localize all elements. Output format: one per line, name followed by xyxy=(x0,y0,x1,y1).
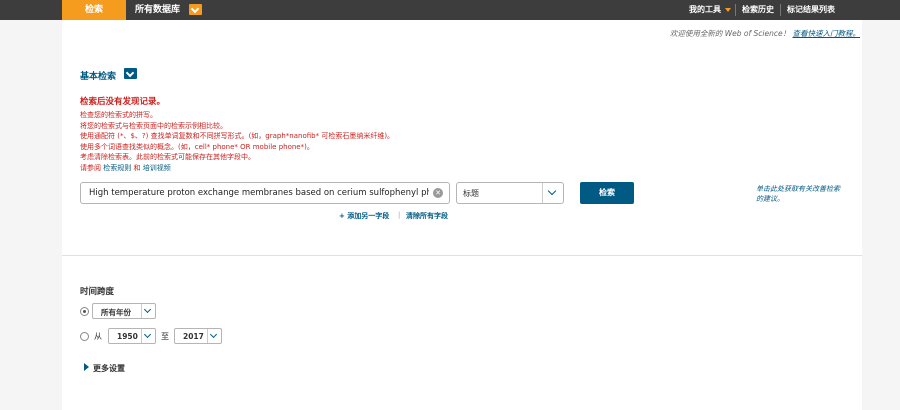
welcome-message: 欢迎使用全新的 Web of Science！ 查看快速入门教程。 xyxy=(670,28,860,39)
tip-item: 使用通配符 (*、$、?) 查找单词复数和不同拼写形式。(如，graph*nan… xyxy=(80,132,395,140)
field-select[interactable]: 标题 xyxy=(456,182,564,204)
my-tools-menu[interactable]: 我的工具 xyxy=(689,0,721,20)
tip-item: 考虑清除检索表。此前的检索式可能保存在其他字段中。 xyxy=(80,153,255,161)
database-title[interactable]: 所有数据库 xyxy=(135,0,180,20)
chevron-down-icon xyxy=(725,8,731,12)
search-button[interactable]: 检索 xyxy=(580,182,634,204)
from-label: 从 xyxy=(94,332,102,341)
nav-divider xyxy=(780,4,781,16)
database-dropdown-button[interactable] xyxy=(189,4,202,15)
quick-start-link[interactable]: 查看快速入门教程。 xyxy=(793,29,861,38)
search-suggestion-link[interactable]: 单击此处获取有关改善检索的建议。 xyxy=(756,184,846,204)
tip-item: 检查您的检索式的拼写。 xyxy=(80,111,157,119)
clear-input-icon[interactable]: ✕ xyxy=(433,188,443,198)
field-select-value: 标题 xyxy=(463,189,479,198)
all-years-select[interactable]: 所有年份 xyxy=(92,303,156,319)
help-line: 请参阅 检索规则 和 培训视频 xyxy=(80,163,480,174)
to-year-value: 2017 xyxy=(183,332,204,341)
search-rules-link[interactable]: 检索规则 xyxy=(103,164,131,172)
chevron-down-icon xyxy=(141,329,155,343)
nav-divider xyxy=(735,4,736,16)
search-query-text: High temperature proton exchange membran… xyxy=(89,188,429,198)
top-navigation-bar: 检索 所有数据库 我的工具 检索历史 标记结果列表 xyxy=(0,0,900,20)
tip-item: 将您的检索式与检索页面中的检索示例相比较。 xyxy=(80,121,227,130)
expand-triangle-icon[interactable] xyxy=(84,363,89,371)
search-mode-dropdown-button[interactable] xyxy=(124,68,137,79)
more-settings-toggle[interactable]: 更多设置 xyxy=(93,363,125,374)
main-panel xyxy=(62,20,862,410)
search-history-link[interactable]: 检索历史 xyxy=(742,0,774,20)
training-video-link[interactable]: 培训视频 xyxy=(143,164,171,172)
all-years-radio[interactable] xyxy=(80,307,89,316)
welcome-text: 欢迎使用全新的 Web of Science！ xyxy=(669,29,791,38)
help-prefix: 请参阅 xyxy=(80,163,101,172)
chevron-down-icon xyxy=(207,329,221,343)
right-gutter xyxy=(862,20,900,410)
from-year-value: 1950 xyxy=(117,332,138,341)
marked-list-link[interactable]: 标记结果列表 xyxy=(787,0,835,20)
search-input[interactable]: High temperature proton exchange membran… xyxy=(80,182,450,204)
section-divider xyxy=(62,255,862,256)
help-and: 和 xyxy=(133,163,141,172)
to-label: 至 xyxy=(161,332,169,341)
tab-search[interactable]: 检索 xyxy=(62,0,126,20)
link-separator: | xyxy=(398,211,401,219)
all-years-value: 所有年份 xyxy=(101,308,131,317)
from-year-select[interactable]: 1950 xyxy=(108,328,156,344)
add-field-link[interactable]: + 添加另一字段 xyxy=(339,211,389,221)
year-range-radio[interactable] xyxy=(80,332,89,341)
no-results-message: 检索后没有发现记录。 xyxy=(80,97,166,107)
tip-item: 使用多个词语查找类似的概念。(如，cell* phone* OR mobile … xyxy=(80,142,314,151)
chevron-down-icon xyxy=(141,304,155,318)
search-tips: 检查您的检索式的拼写。 将您的检索式与检索页面中的检索示例相比较。 使用通配符 … xyxy=(80,110,480,173)
left-gutter xyxy=(0,20,62,410)
clear-all-fields-link[interactable]: 清除所有字段 xyxy=(406,211,448,221)
to-year-select[interactable]: 2017 xyxy=(174,328,222,344)
timespan-title: 时间跨度 xyxy=(80,287,115,297)
chevron-down-icon xyxy=(542,183,563,203)
basic-search-title[interactable]: 基本检索 xyxy=(80,69,116,82)
